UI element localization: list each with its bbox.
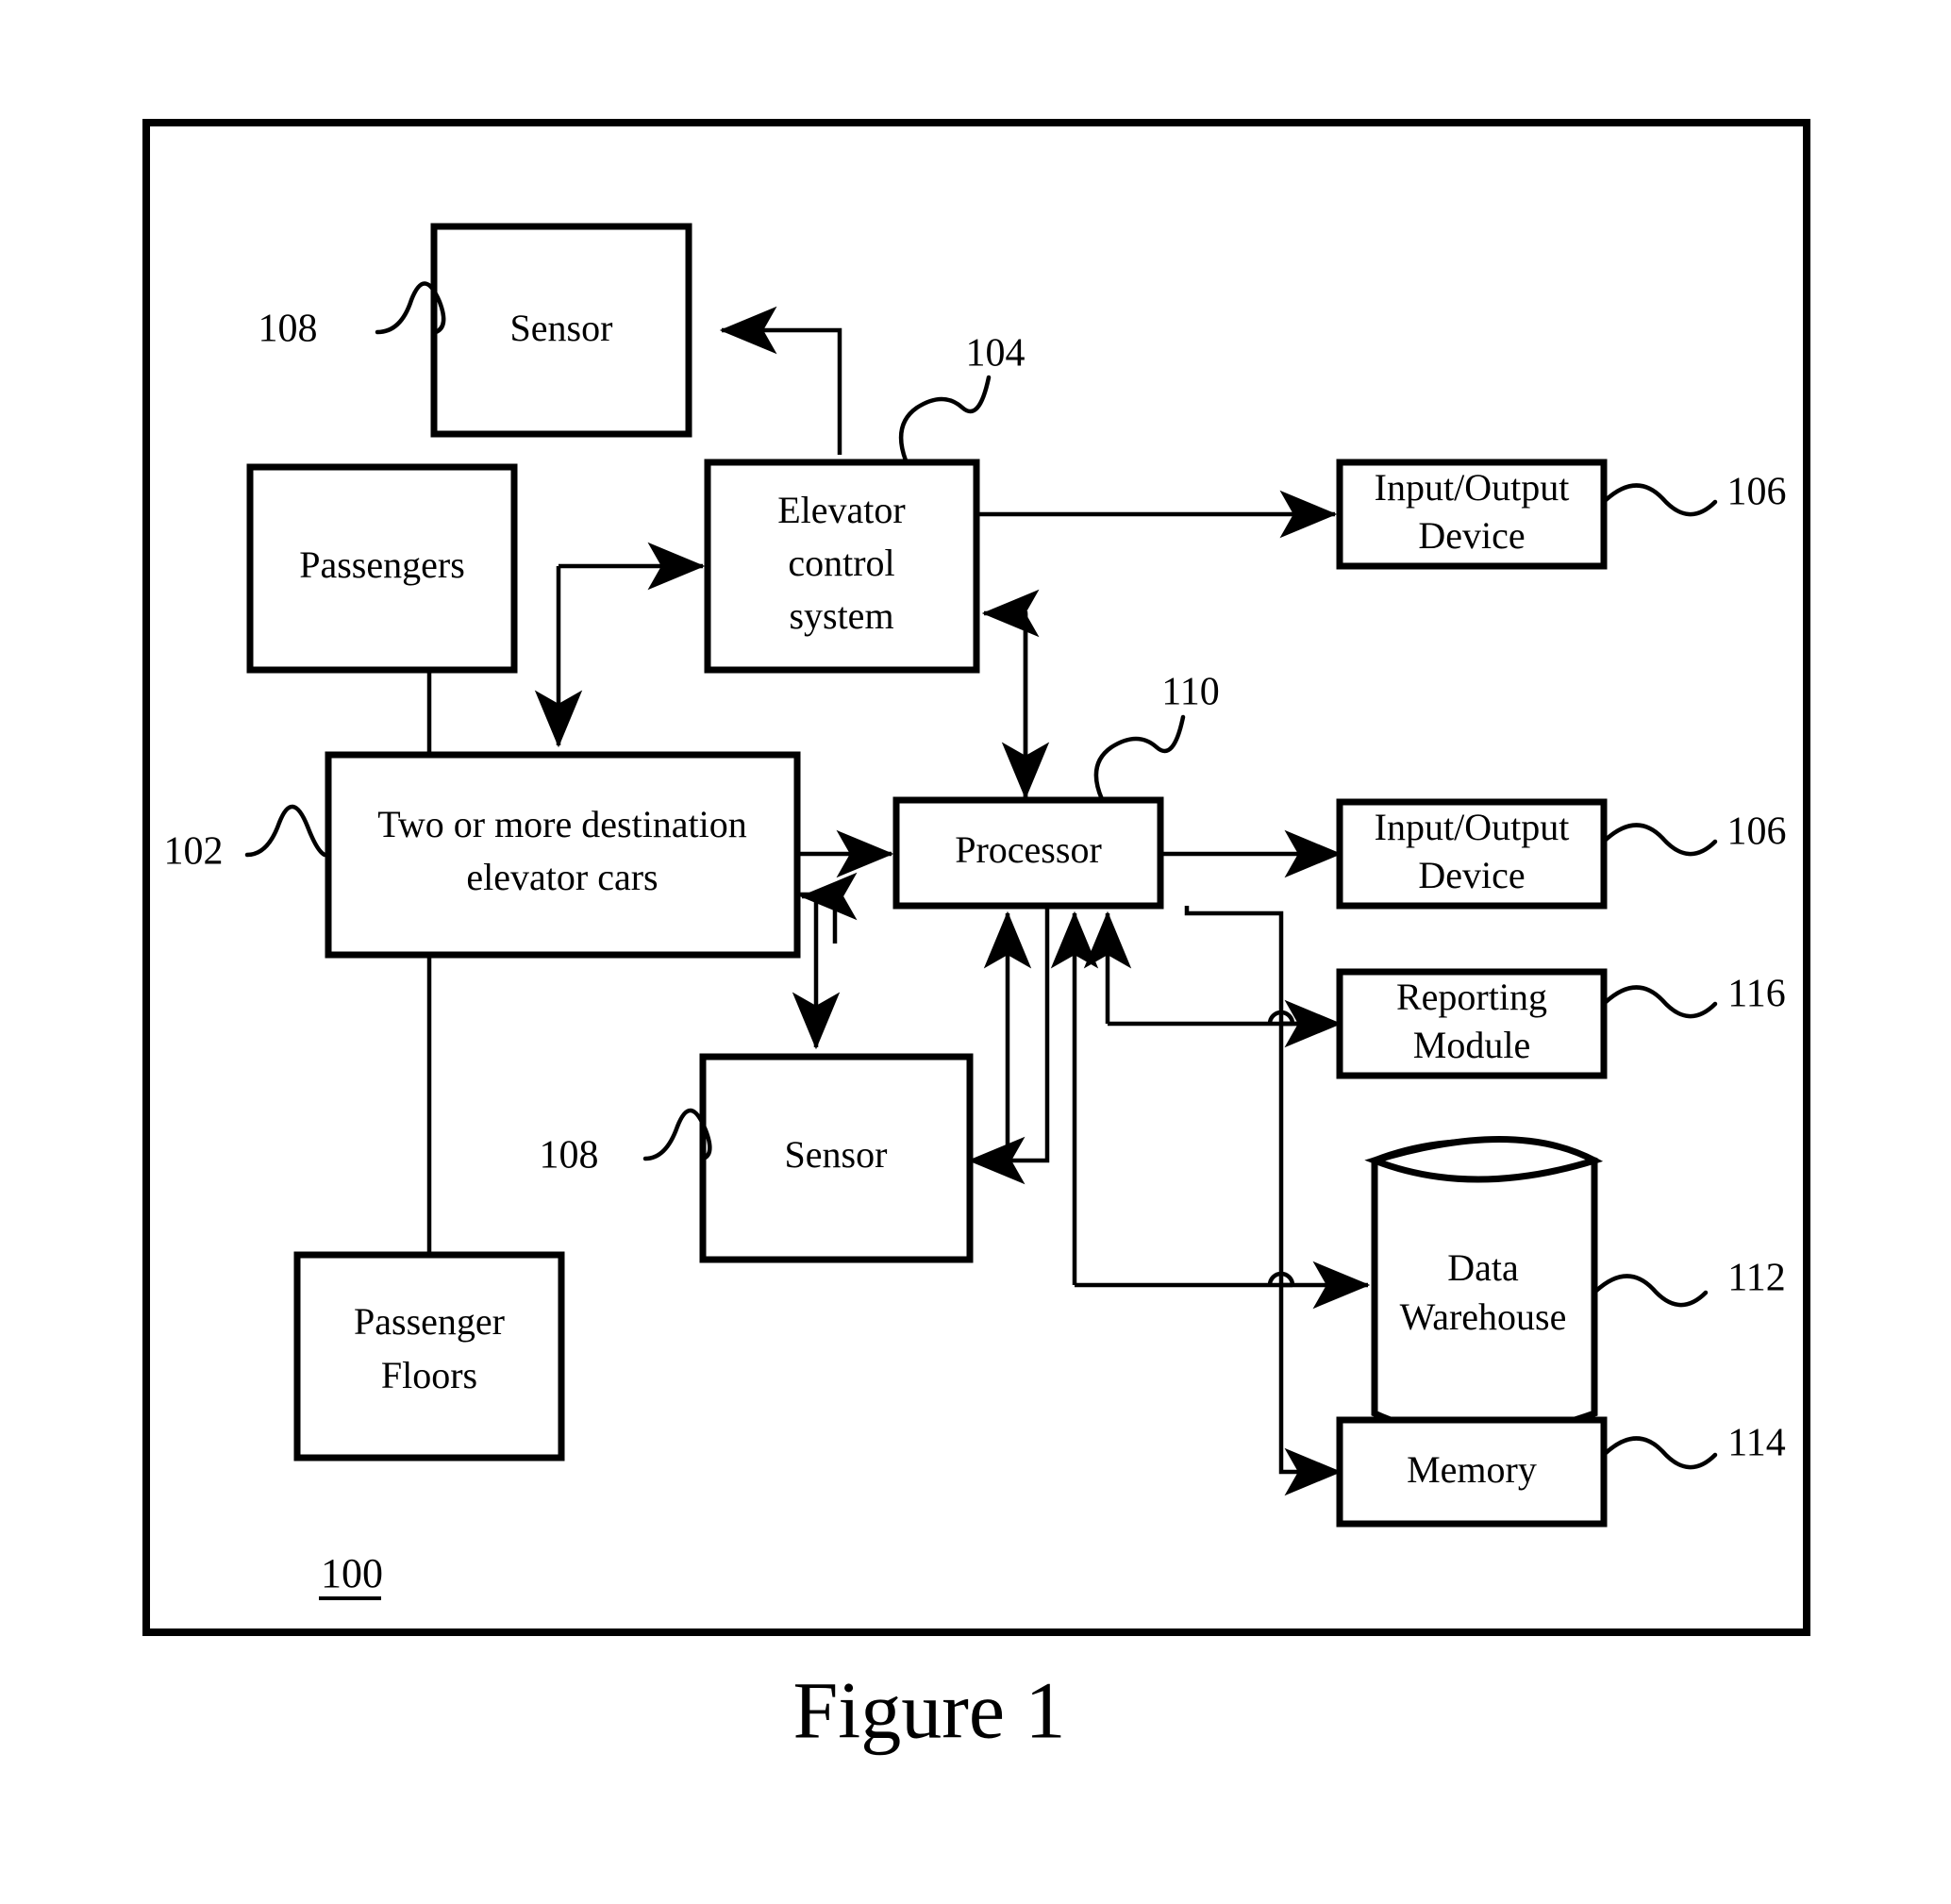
- ref-elevator-cars: 102: [164, 830, 224, 874]
- data-warehouse-label-line1: Data: [1447, 1246, 1519, 1289]
- passenger-floors-label-line2: Floors: [381, 1354, 477, 1396]
- passenger-floors-label-line1: Passenger: [354, 1300, 505, 1343]
- block-diagram: Sensor 108 Passengers Elevator control s…: [142, 119, 1810, 1756]
- sensor-top-label: Sensor: [510, 307, 613, 349]
- leader-io-device-top: [1603, 483, 1718, 517]
- connector-processor-trunk-to-memory: [1184, 906, 1342, 1496]
- leader-processor: [1093, 714, 1186, 802]
- ref-sensor-top: 108: [258, 308, 318, 351]
- elevator-cars-label-line1: Two or more destination: [377, 803, 747, 845]
- node-passenger-floors: Passenger Floors: [293, 1251, 565, 1461]
- connector-processor-to-control: [981, 589, 1040, 797]
- leader-memory: [1603, 1436, 1718, 1470]
- node-io-device-top: Input/Output Device: [1336, 459, 1608, 570]
- ref-processor: 110: [1161, 671, 1219, 714]
- system-ref-100: 100: [319, 1550, 383, 1600]
- passengers-label: Passengers: [299, 543, 465, 586]
- leader-reporting-module: [1603, 985, 1718, 1019]
- connector-return-into-cars: [799, 872, 858, 944]
- reporting-module-label-line2: Module: [1413, 1024, 1530, 1066]
- node-passengers: Passengers: [246, 463, 518, 674]
- elevator-cars-label-line2: elevator cars: [466, 856, 658, 898]
- node-reporting-module: Reporting Module: [1336, 968, 1608, 1079]
- leader-elevator-cars: [244, 804, 327, 858]
- io-device-top-label-line1: Input/Output: [1375, 466, 1570, 509]
- node-elevator-cars: Two or more destination elevator cars: [325, 751, 801, 959]
- data-warehouse-label-line2: Warehouse: [1400, 1295, 1567, 1338]
- elevator-control-label-line3: system: [789, 594, 893, 637]
- elevator-control-label-line2: control: [788, 542, 894, 584]
- ref-io-device-top: 106: [1727, 471, 1787, 514]
- ref-reporting-module: 116: [1727, 973, 1785, 1016]
- ref-memory: 114: [1727, 1422, 1785, 1465]
- node-io-device-mid: Input/Output Device: [1336, 798, 1608, 910]
- patent-figure: Sensor 108 Passengers Elevator control s…: [0, 0, 1951, 1904]
- elevator-cars-box: [325, 751, 801, 959]
- node-data-warehouse: Data Warehouse: [1364, 1136, 1604, 1439]
- elevator-control-label-line1: Elevator: [777, 489, 906, 531]
- node-memory: Memory: [1336, 1416, 1608, 1528]
- node-sensor-bottom: Sensor: [699, 1053, 974, 1263]
- connector-control-to-sensor-top: [719, 306, 842, 455]
- ref-data-warehouse: 112: [1727, 1257, 1785, 1300]
- node-elevator-control: Elevator control system: [704, 459, 980, 674]
- io-device-top-label-line2: Device: [1418, 514, 1525, 557]
- system-ref-label: 100: [321, 1550, 383, 1596]
- node-sensor-top: Sensor: [430, 223, 692, 438]
- ref-elevator-control: 104: [966, 332, 1026, 376]
- reporting-module-label-line1: Reporting: [1396, 976, 1547, 1018]
- ref-sensor-bottom: 108: [540, 1134, 599, 1177]
- io-device-mid-label-line2: Device: [1418, 854, 1525, 896]
- ref-io-device-mid: 106: [1727, 810, 1787, 854]
- leader-elevator-control: [898, 375, 992, 463]
- io-device-mid-label-line1: Input/Output: [1375, 806, 1570, 848]
- node-processor: Processor: [892, 796, 1164, 910]
- sensor-bottom-label: Sensor: [785, 1133, 888, 1176]
- leader-data-warehouse: [1593, 1274, 1709, 1308]
- memory-label: Memory: [1407, 1448, 1537, 1491]
- figure-caption: Figure 1: [792, 1665, 1065, 1756]
- processor-label: Processor: [955, 828, 1102, 871]
- leader-io-device-mid: [1603, 823, 1718, 857]
